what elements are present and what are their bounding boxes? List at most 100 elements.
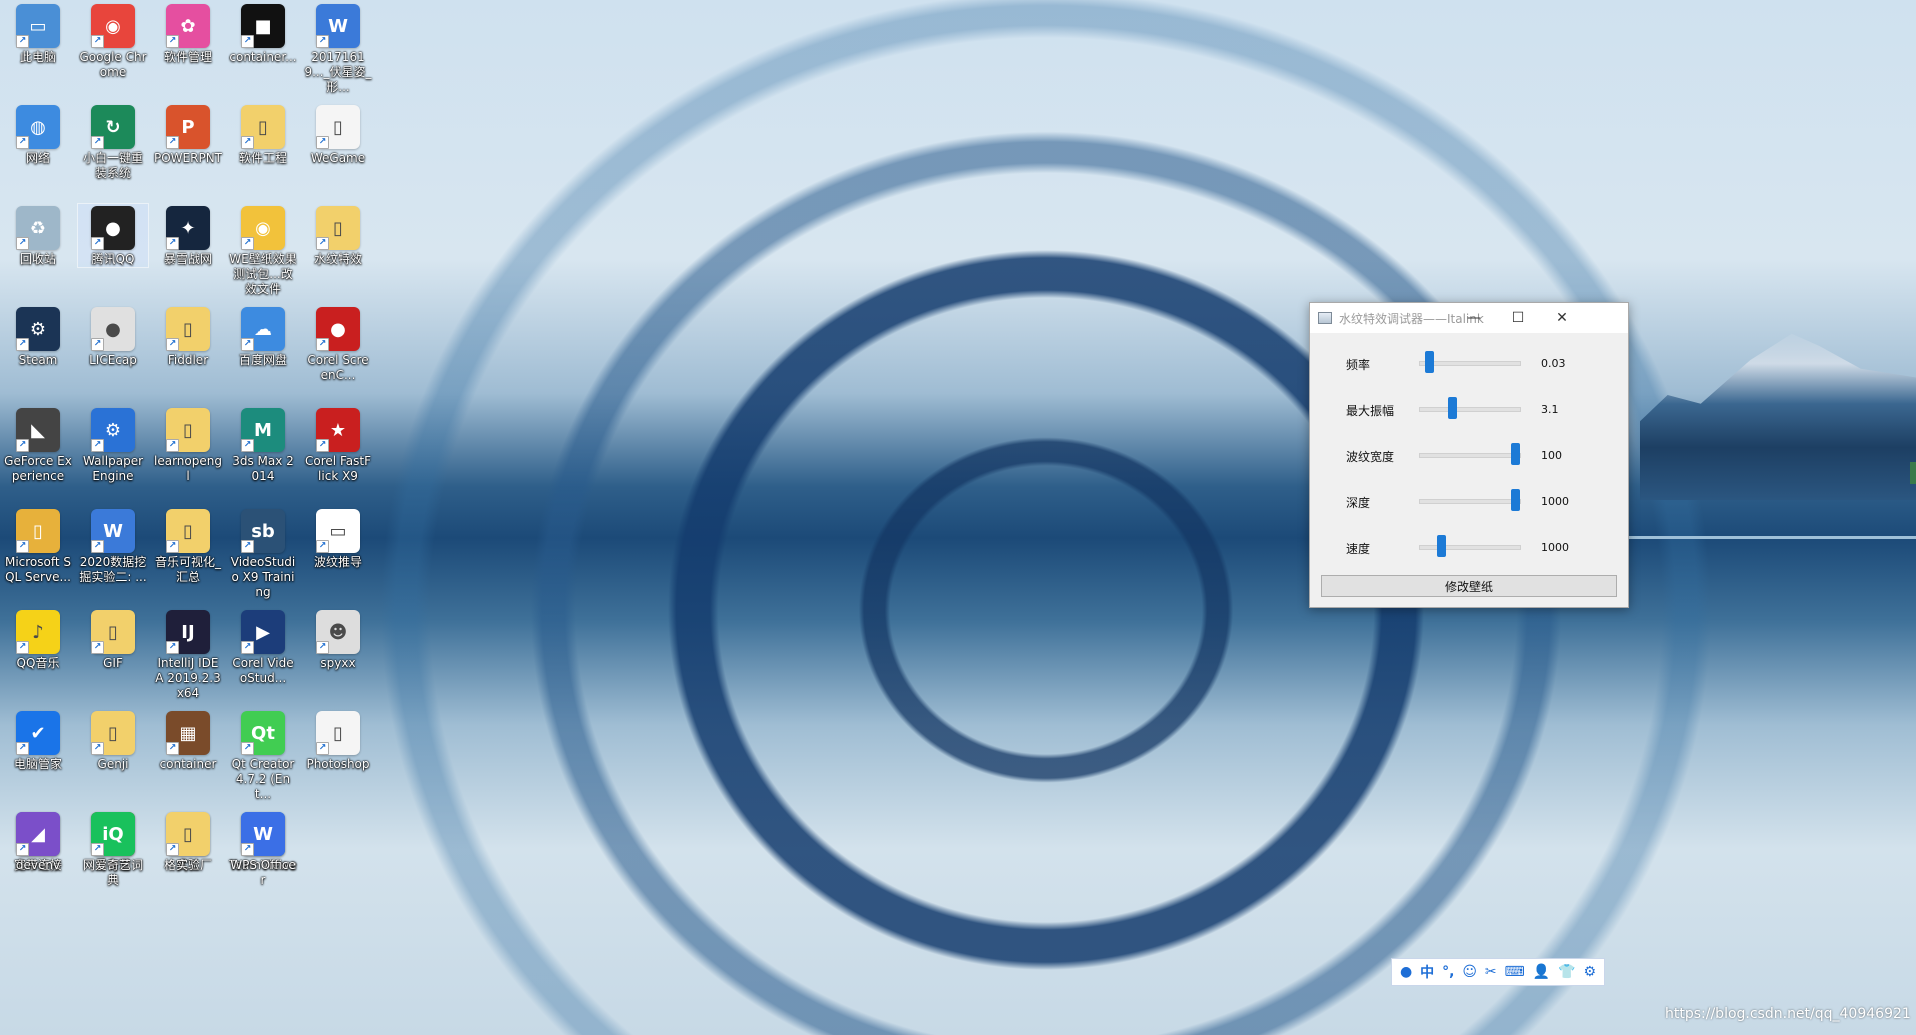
slider-thumb[interactable] — [1437, 535, 1446, 557]
desktop-icon[interactable]: ▶ ↗ Corel VideoStud... — [228, 608, 298, 686]
desktop-icon-label: Steam — [18, 353, 58, 367]
app-icon: ▯ ↗ — [316, 105, 360, 149]
app-icon: P ↗ — [166, 105, 210, 149]
icon-glyph: ✔ — [30, 722, 46, 744]
icon-glyph: W — [103, 520, 123, 542]
desktop-icon[interactable]: Qt ↗ Qt Creator 4.7.2 (Ent... — [228, 709, 298, 802]
desktop-icon[interactable]: ♻ ↗ 回收站 — [3, 204, 73, 267]
desktop-icon-label: POWERPNT — [154, 151, 223, 165]
slider-thumb[interactable] — [1511, 489, 1520, 511]
desktop-icon[interactable]: ▯ ↗ Photoshop — [303, 709, 373, 772]
desktop-icon[interactable]: ◍ ↗ 网络 — [3, 103, 73, 166]
desktop-icon[interactable]: ▯ ↗ 软件工程 — [228, 103, 298, 166]
desktop-icon[interactable]: ☁ ↗ 百度网盘 — [228, 305, 298, 368]
desktop-icon[interactable]: ◉ ↗ WE壁纸效果测试包...改效文件 — [228, 204, 298, 297]
desktop-icon[interactable]: ▯ ↗ Genji — [78, 709, 148, 772]
slider-label: 速度 — [1346, 542, 1371, 556]
desktop-icon-label: 2020数据挖掘实验二: ... — [79, 555, 147, 584]
ime-punctuation-icon[interactable]: °, — [1442, 964, 1454, 980]
apply-wallpaper-button[interactable]: 修改壁纸 — [1321, 575, 1617, 597]
ime-keyboard-icon[interactable]: ⌨ — [1505, 964, 1525, 980]
shortcut-arrow-icon: ↗ — [16, 641, 29, 654]
ime-user-icon[interactable]: 👤 — [1533, 964, 1550, 980]
desktop-icon[interactable]: W ↗ 2017161​9..._伏星姿_形... — [303, 2, 373, 95]
shortcut-arrow-icon: ↗ — [316, 35, 329, 48]
app-icon: ◉ ↗ — [241, 206, 285, 250]
slider-track[interactable] — [1419, 453, 1521, 458]
desktop-icon[interactable]: ✦ ↗ 暴雪战网 — [153, 204, 223, 267]
ime-scissors-icon[interactable]: ✂ — [1485, 964, 1497, 980]
desktop-icon[interactable]: ▯ ↗ 实验 — [153, 810, 223, 873]
desktop-icon[interactable]: W ↗ 2020数据挖掘实验二: ... — [78, 507, 148, 585]
desktop-icon[interactable]: IJ ↗ IntelliJ IDEA 2019.2.3 x64 — [153, 608, 223, 701]
icon-glyph: Qt — [251, 722, 275, 744]
desktop-icon[interactable]: ▯ ↗ Microsoft SQL Serve... — [3, 507, 73, 585]
icon-glyph: ◣ — [31, 419, 45, 441]
ripple-debugger-window: 水纹特效调试器——Italink — ☐ ✕ 频率 0.03 最大振幅 3.1 波纹宽度… — [1309, 302, 1629, 608]
desktop-icon[interactable]: ⚙ ↗ Steam — [3, 305, 73, 368]
app-icon: ▯ ↗ — [91, 711, 135, 755]
icon-glyph: ▯ — [108, 722, 118, 744]
desktop-icon[interactable]: ★ ↗ Corel FastFlick X9 — [303, 406, 373, 484]
desktop-icon[interactable]: P ↗ POWERPNT — [153, 103, 223, 166]
ime-settings-icon[interactable]: ⚙ — [1583, 964, 1596, 980]
ime-logo-icon[interactable]: ● — [1400, 964, 1412, 980]
desktop-icon[interactable]: ✔ ↗ 电脑管家 — [3, 709, 73, 772]
desktop-icon[interactable]: ▦ ↗ container — [153, 709, 223, 772]
maximize-button[interactable]: ☐ — [1496, 303, 1540, 333]
desktop-icon[interactable]: ▯ ↗ learnopengl — [153, 406, 223, 484]
desktop-icon[interactable]: ▯ ↗ 音乐可视化_汇总 — [153, 507, 223, 585]
desktop-icon[interactable]: ■ ↗ container... — [228, 2, 298, 65]
slider-thumb[interactable] — [1425, 351, 1434, 373]
desktop-icon[interactable]: M ↗ 3ds Max 2014 — [228, 406, 298, 484]
desktop-icon-label: Corel ScreenC... — [307, 353, 369, 382]
desktop-icon[interactable]: iQ ↗ 爱奇艺 — [78, 810, 148, 873]
desktop-icon[interactable]: ▯ ↗ 水纹特效 — [303, 204, 373, 267]
desktop-icon[interactable]: W ↗ WPS Office — [228, 810, 298, 873]
app-icon: ⚙↗ — [91, 408, 135, 452]
ime-mode-chinese[interactable]: 中 — [1420, 962, 1434, 982]
icon-glyph: ☻ — [328, 621, 348, 643]
ime-emoji-icon[interactable]: ☺ — [1462, 964, 1477, 980]
app-icon: ▯ ↗ — [166, 509, 210, 553]
icon-glyph: M — [254, 419, 272, 441]
close-button[interactable]: ✕ — [1540, 303, 1584, 333]
desktop-icon-label: container... — [229, 50, 297, 64]
desktop-icon[interactable]: ↻ ↗ 小白一键重装系统 — [78, 103, 148, 181]
minimize-button[interactable]: — — [1452, 303, 1496, 333]
ime-skin-icon[interactable]: 👕 — [1558, 964, 1575, 980]
desktop-icon-label: 软件管理 — [163, 50, 212, 64]
slider-track[interactable] — [1419, 361, 1521, 366]
icon-glyph: ★ — [329, 419, 347, 441]
slider-track[interactable] — [1419, 407, 1521, 412]
app-icon: W ↗ — [316, 4, 360, 48]
shortcut-arrow-icon: ↗ — [91, 742, 104, 755]
shortcut-arrow-icon: ↗ — [316, 237, 329, 250]
desktop-icon[interactable]: ◣ ↗ GeForce Experience — [3, 406, 73, 484]
app-icon: ▯ ↗ — [16, 509, 60, 553]
slider-track[interactable] — [1419, 499, 1521, 504]
shortcut-arrow-icon: ↗ — [316, 641, 329, 654]
desktop-icon[interactable]: ⚙ ↗ Wallpaper Engine — [78, 406, 148, 484]
title-bar[interactable]: 水纹特效调试器——Italink — ☐ ✕ — [1310, 303, 1628, 333]
desktop-icon[interactable]: ☻ ↗ spyxx — [303, 608, 373, 671]
desktop-icon[interactable]: ▯ ↗ Fiddler — [153, 305, 223, 368]
desktop-icon[interactable]: ▭ ↗ 波纹推导 — [303, 507, 373, 570]
icon-glyph: ▭ — [29, 15, 47, 37]
desktop-icon[interactable]: ▭ ↗ 此电脑 — [3, 2, 73, 65]
desktop-icon[interactable]: ▯ ↗ WeGame — [303, 103, 373, 166]
desktop-icon[interactable]: ◉ ↗ Google Chrome — [78, 2, 148, 80]
slider-thumb[interactable] — [1448, 397, 1457, 419]
slider-thumb[interactable] — [1511, 443, 1520, 465]
desktop-icon[interactable]: ◢ ↗ devenv — [3, 810, 73, 873]
desktop-icon[interactable]: ● ↗ Corel ScreenC... — [303, 305, 373, 383]
desktop-icon[interactable]: ▯ ↗ GIF — [78, 608, 148, 671]
desktop-icon[interactable]: ● ↗ 腾讯QQ — [77, 203, 149, 268]
desktop-icon[interactable]: ♪ ↗ QQ音乐 — [3, 608, 73, 671]
app-icon: ☻ ↗ — [316, 610, 360, 654]
desktop-icon[interactable]: ● ↗ LICEcap — [78, 305, 148, 368]
slider-track[interactable] — [1419, 545, 1521, 550]
slider-label: 频率 — [1346, 358, 1371, 372]
desktop-icon[interactable]: ✿ ↗ 软件管理 — [153, 2, 223, 65]
desktop-icon[interactable]: sb ↗ VideoStudio X9 Training — [228, 507, 298, 600]
